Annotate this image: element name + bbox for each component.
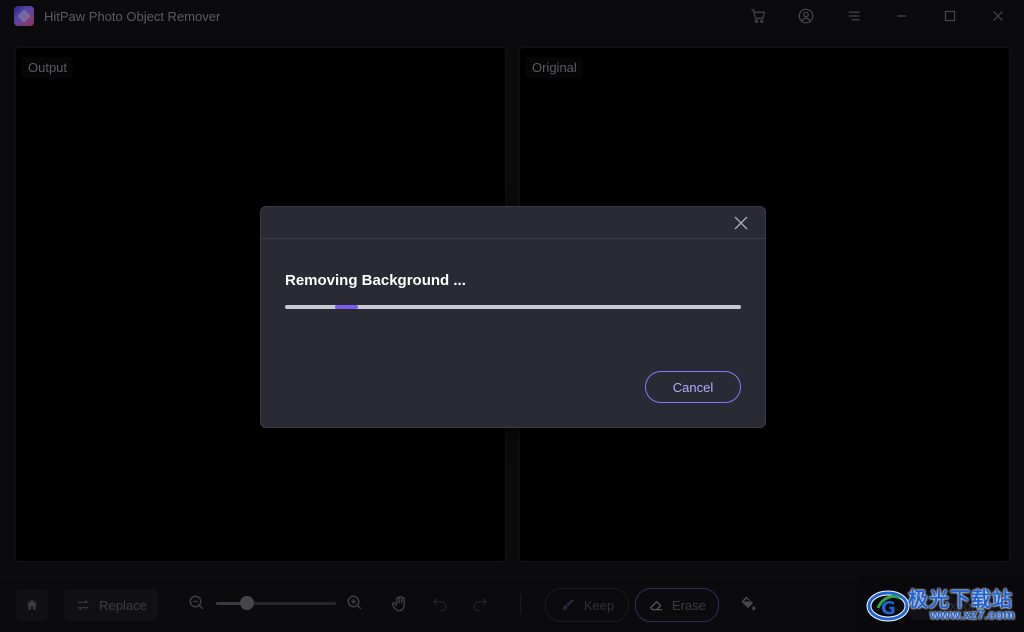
svg-text:G: G [881,598,896,619]
dialog-header [261,207,765,239]
dialog-title: Removing Background ... [285,272,466,289]
progress-dialog: Removing Background ... Cancel [260,206,766,428]
watermark-url: www.xz7.com [930,607,1015,622]
progress-bar-fill [335,305,358,309]
watermark-logo-icon: G [866,584,910,624]
progress-bar-track [285,305,741,309]
cancel-button[interactable]: Cancel [645,371,741,403]
dialog-close-icon[interactable] [733,215,749,231]
app-window: HitPaw Photo Object Remover Output Origi… [0,0,1024,632]
